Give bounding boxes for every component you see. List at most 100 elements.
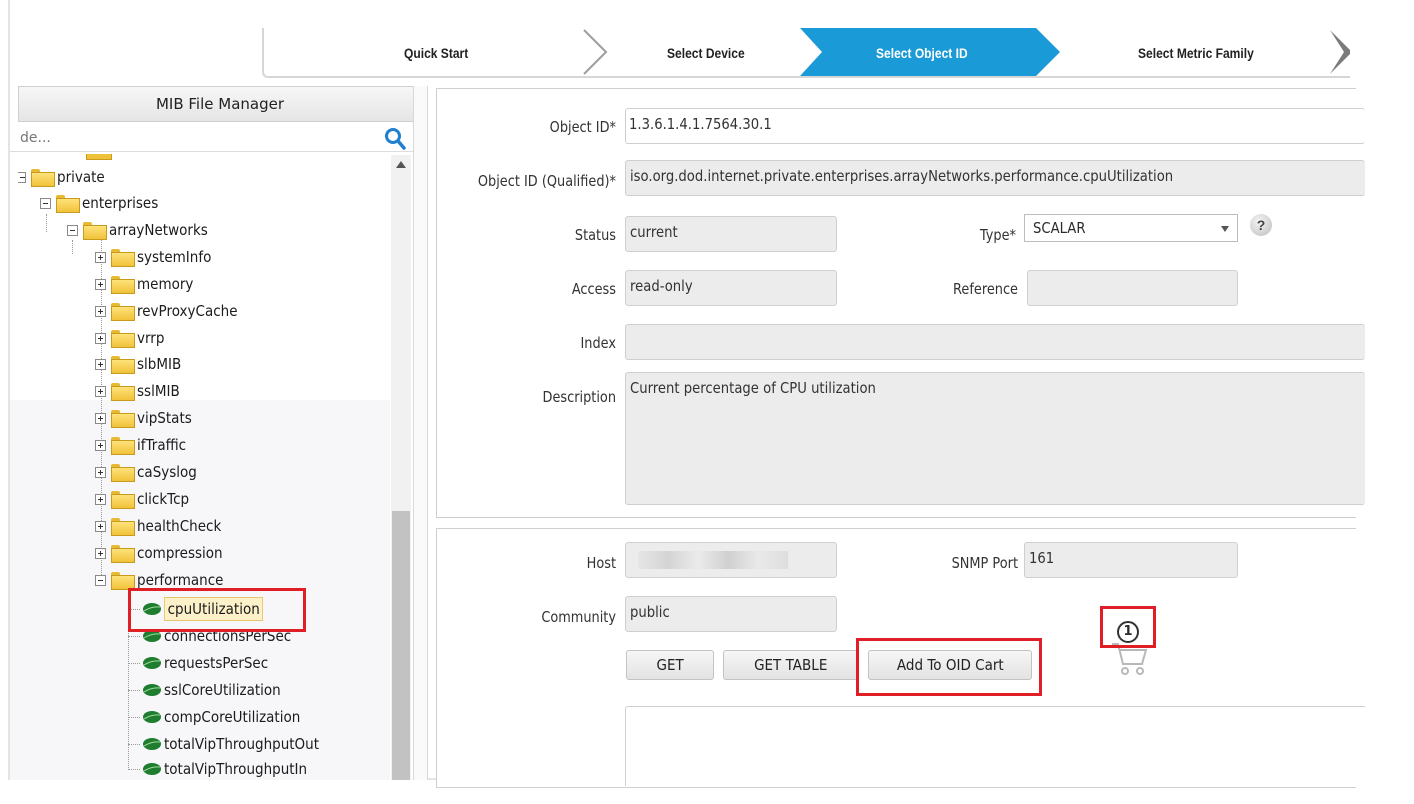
object-id-field[interactable]: 1.3.6.1.4.1.7564.30.1 [625,108,1365,144]
tree-node-enterprises[interactable]: enterprises [40,190,167,216]
folder-icon [111,545,135,563]
expand-icon[interactable] [95,332,106,344]
tree-node-compression[interactable]: compression [95,540,232,566]
tree-scrollbar[interactable] [391,155,411,780]
leaf-icon [143,711,161,723]
host-field[interactable] [625,542,837,578]
tree-node-label: private [57,168,105,186]
step-quick-start[interactable]: Quick Start [404,36,468,70]
chevron-right-icon [583,29,608,75]
tree-node-label: sslMIB [137,382,180,400]
tree-node-compcoreutilization[interactable]: compCoreUtilization [142,704,315,730]
leaf-icon [143,738,161,750]
tree-node-private[interactable]: private [18,164,110,190]
tree-node-totalvipthroughputin[interactable]: totalVipThroughputIn [142,756,323,782]
tree-node-arraynetworks[interactable]: arrayNetworks [67,217,219,243]
expand-icon[interactable] [95,278,106,290]
tree-node-label: requestsPerSec [164,654,269,672]
tree-node-slbmib[interactable]: slbMIB [95,351,186,377]
tree-connector [128,663,140,664]
tree-node-label: revProxyCache [137,302,238,320]
help-icon[interactable]: ? [1250,214,1272,236]
expand-icon[interactable] [95,439,106,451]
folder-icon [111,356,135,374]
result-output-area [625,706,1365,786]
expand-icon[interactable] [95,547,106,559]
tree-node-label: systemInfo [137,248,212,266]
get-table-button[interactable]: GET TABLE [723,650,859,680]
step-select-device[interactable]: Select Device [667,36,745,70]
folder-icon [111,383,135,401]
snmp-port-field[interactable]: 161 [1024,542,1238,578]
collapse-icon[interactable] [95,574,106,586]
tree-node-label: totalVipThroughputIn [164,760,308,778]
object-id-value: 1.3.6.1.4.1.7564.30.1 [629,115,772,133]
index-label: Index [580,334,616,352]
status-field: current [625,216,837,252]
object-id-qualified-label: Object ID (Qualified)* [477,172,616,190]
expand-icon[interactable] [95,251,106,263]
object-id-qualified-field: iso.org.dod.internet.private.enterprises… [625,160,1365,196]
folder-icon [111,491,135,509]
tree-node-label: totalVipThroughputOut [164,735,320,753]
index-field [625,324,1365,360]
tree-node-label: vipStats [137,409,192,427]
tree-node-vrrp[interactable]: vrrp [95,325,167,351]
expand-icon[interactable] [95,466,106,478]
type-label: Type* [979,226,1016,244]
reference-field [1027,270,1238,306]
expand-icon[interactable] [95,520,106,532]
tree-connector [46,214,47,232]
status-label: Status [574,226,616,244]
tree-connector [128,717,140,718]
highlight-selected-node [128,588,306,632]
scroll-thumb[interactable] [392,511,410,780]
folder-icon [111,249,135,267]
mib-search-input[interactable] [10,126,370,150]
tree-node-vipstats[interactable]: vipStats [95,405,198,431]
folder-icon [86,154,112,160]
collapse-icon[interactable] [67,224,78,236]
step-select-metric-family[interactable]: Select Metric Family [1138,36,1254,70]
tree-node-healthcheck[interactable]: healthCheck [95,513,231,539]
expand-icon[interactable] [95,412,106,424]
panel-splitter[interactable] [413,86,428,780]
tree-node-totalvipthroughputout[interactable]: totalVipThroughputOut [142,731,336,757]
tree-node-label: compression [137,544,223,562]
leaf-icon [143,657,161,669]
step-select-object-id[interactable]: Select Object ID [876,36,968,70]
tree-connector [128,744,140,745]
object-id-qualified-value: iso.org.dod.internet.private.enterprises… [630,167,1174,185]
community-field[interactable]: public [625,596,837,632]
tree-node-casyslog[interactable]: caSyslog [95,459,204,485]
tree-node-label: vrrp [137,329,165,347]
collapse-icon[interactable] [18,171,26,183]
collapse-icon[interactable] [40,197,51,209]
tree-node-sslmib[interactable]: sslMIB [95,378,184,404]
search-icon[interactable] [382,126,408,152]
reference-label: Reference [953,280,1018,298]
tree-node-memory[interactable]: memory [95,271,200,297]
tree-connector [128,690,140,691]
tree-node-systeminfo[interactable]: systemInfo [95,244,220,270]
community-value: public [630,603,670,621]
expand-icon[interactable] [95,385,106,397]
tree-node-label: healthCheck [137,517,222,535]
tree-node-revproxycache[interactable]: revProxyCache [95,298,249,324]
tree-node-label: slbMIB [137,355,182,373]
expand-icon[interactable] [95,358,106,370]
expand-icon[interactable] [95,305,106,317]
tree-node-sslcoreutilization[interactable]: sslCoreUtilization [142,677,294,703]
highlight-add-to-cart [856,638,1042,696]
tree-connector [128,769,140,770]
tree-node-requestspersec[interactable]: requestsPerSec [142,650,280,676]
tree-node-iftraffic[interactable]: ifTraffic [95,432,192,458]
type-select[interactable]: SCALAR [1024,214,1238,242]
community-label: Community [541,608,616,626]
expand-icon[interactable] [95,493,106,505]
description-label: Description [542,388,616,406]
tree-node-label: caSyslog [137,463,197,481]
get-button[interactable]: GET [626,650,714,680]
tree-node-clicktcp[interactable]: clickTcp [95,486,195,512]
scroll-up-arrow-icon[interactable] [396,161,406,168]
